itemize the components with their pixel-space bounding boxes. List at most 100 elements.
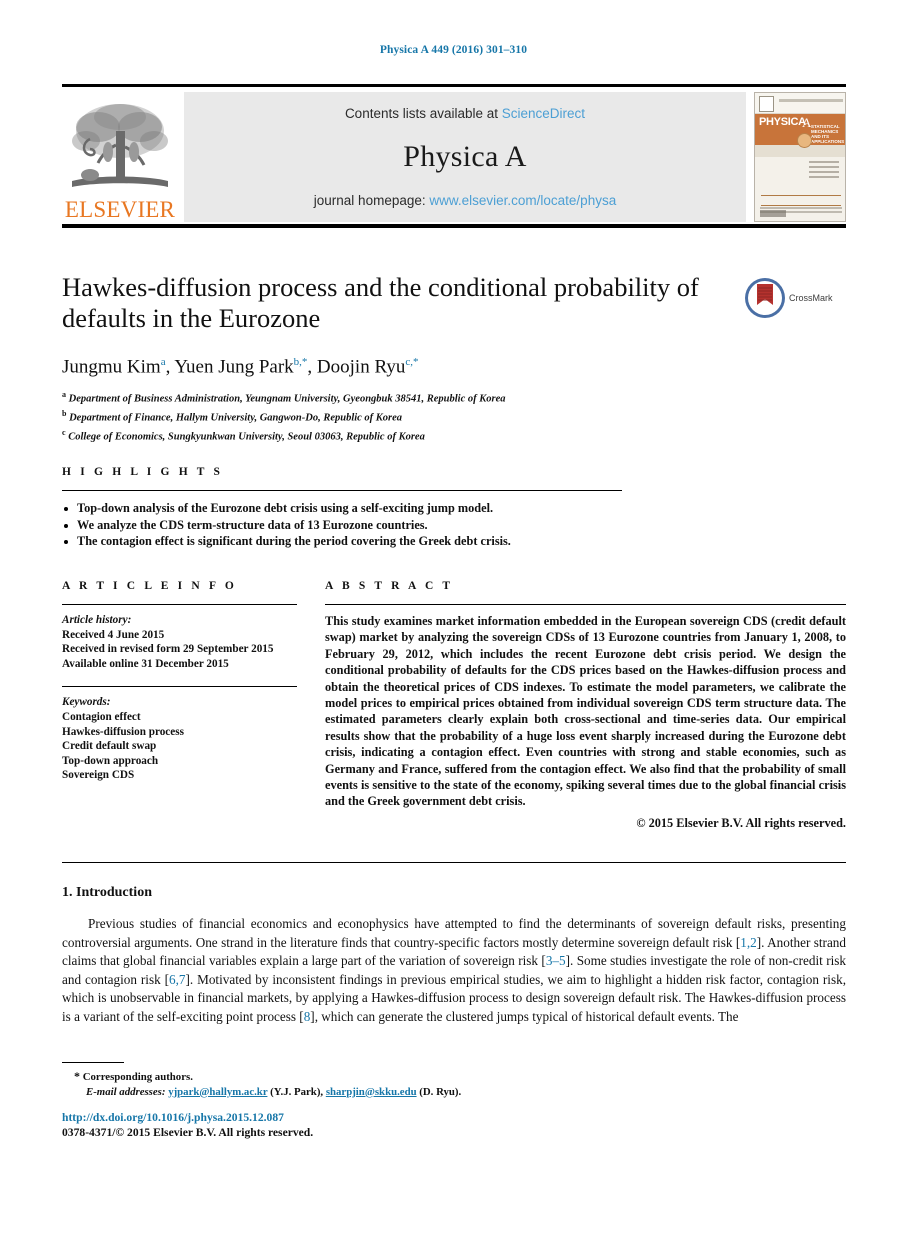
- author-affil-mark-1[interactable]: a: [161, 356, 166, 368]
- introduction-paragraph: Previous studies of financial economics …: [62, 915, 846, 1027]
- cover-editor-lines: [809, 161, 839, 181]
- footnote-rule: [62, 1062, 124, 1063]
- article-info-gap: [62, 671, 297, 684]
- cover-emblem-icon: [797, 133, 812, 148]
- highlights-heading: H I G H L I G H T S: [62, 466, 224, 478]
- highlights-list: Top-down analysis of the Eurozone debt c…: [62, 500, 846, 550]
- abstract-section: A B S T R A C T This study examines mark…: [325, 580, 846, 831]
- elsevier-logo: ELSEVIER: [62, 92, 178, 222]
- article-history-label: Article history:: [62, 614, 132, 626]
- doi-link[interactable]: http://dx.doi.org/10.1016/j.physa.2015.1…: [62, 1110, 622, 1125]
- email-addresses-note: E-mail addresses: yjpark@hallym.ac.kr (Y…: [62, 1085, 622, 1100]
- title-block: Hawkes-diffusion process and the conditi…: [62, 272, 722, 445]
- corresponding-author-note: * Corresponding authors.: [62, 1069, 622, 1085]
- article-history-online: Available online 31 December 2015: [62, 657, 229, 670]
- cover-divider-1: [761, 195, 841, 196]
- affiliation-list: a Department of Business Administration,…: [62, 388, 722, 445]
- affiliation-text-a: Department of Business Administration, Y…: [68, 393, 506, 405]
- journal-homepage-line: journal homepage: www.elsevier.com/locat…: [314, 193, 616, 208]
- affiliation-a: a Department of Business Administration,…: [62, 388, 722, 407]
- contents-available-line: Contents lists available at ScienceDirec…: [345, 106, 585, 121]
- masthead-bottom-rule: [62, 224, 846, 228]
- article-info-section: A R T I C L E I N F O Article history: R…: [62, 580, 297, 783]
- journal-masthead: ELSEVIER Contents lists available at Sci…: [62, 84, 846, 222]
- footnote-block: * Corresponding authors. E-mail addresse…: [62, 1062, 622, 1099]
- cover-footer-logo: [760, 210, 786, 217]
- intro-text-e: ], which can generate the clustered jump…: [310, 1008, 739, 1024]
- article-info-heading: A R T I C L E I N F O: [62, 580, 237, 592]
- elsevier-wordmark: ELSEVIER: [64, 197, 176, 222]
- intro-text-a: Previous studies of financial economics …: [62, 916, 846, 950]
- article-history-received: Received 4 June 2015: [62, 628, 165, 641]
- crossmark-badge[interactable]: CrossMark: [744, 275, 844, 321]
- list-item: Top-down analysis of the Eurozone debt c…: [62, 500, 846, 517]
- corresponding-mark-2[interactable]: ,*: [299, 356, 307, 368]
- issn-copyright-line: 0378-4371/© 2015 Elsevier B.V. All right…: [62, 1126, 314, 1139]
- article-history-block: Article history: Received 4 June 2015 Re…: [62, 613, 297, 671]
- cover-header-text: [779, 99, 843, 102]
- corresponding-author-text: Corresponding authors.: [82, 1071, 193, 1083]
- crossmark-label: CrossMark: [789, 293, 833, 303]
- citation-ref-3-5[interactable]: 3–5: [546, 953, 566, 968]
- abstract-copyright: © 2015 Elsevier B.V. All rights reserved…: [636, 815, 846, 830]
- email-link-1[interactable]: yjpark@hallym.ac.kr: [168, 1086, 267, 1098]
- running-head: Physica A 449 (2016) 301–310: [379, 44, 528, 56]
- journal-homepage-link[interactable]: www.elsevier.com/locate/physa: [429, 193, 616, 208]
- email-link-2[interactable]: sharpjin@skku.edu: [326, 1086, 417, 1098]
- affiliation-b: b Department of Finance, Hallym Universi…: [62, 407, 722, 426]
- cover-publisher-mark: [759, 96, 774, 112]
- list-item: The contagion effect is significant duri…: [62, 533, 846, 550]
- journal-article-first-page: Physica A 449 (2016) 301–310 ELSEVIER Co…: [0, 0, 907, 1238]
- homepage-prefix: journal homepage:: [313, 193, 430, 208]
- cover-journal-name: PHYSICA: [759, 116, 806, 128]
- list-item: We analyze the CDS term-structure data o…: [62, 517, 846, 534]
- introduction-section: 1. Introduction Previous studies of fina…: [62, 885, 846, 1027]
- abstract-heading: A B S T R A C T: [325, 580, 454, 592]
- masthead-top-rule: [62, 84, 846, 87]
- affiliation-mark-b: b: [62, 409, 67, 419]
- email-owner-1: (Y.J. Park),: [270, 1085, 324, 1098]
- corresponding-mark-3[interactable]: ,*: [410, 356, 418, 368]
- author-list: Jungmu Kima, Yuen Jung Parkb,*, Doojin R…: [62, 356, 419, 378]
- elsevier-tree-icon: [68, 97, 172, 197]
- affiliation-mark-c: c: [62, 428, 66, 438]
- email-label: E-mail addresses:: [86, 1085, 166, 1098]
- contents-prefix: Contents lists available at: [344, 106, 502, 121]
- keyword-item: Credit default swap: [62, 740, 157, 753]
- affiliation-text-b: Department of Finance, Hallym University…: [69, 412, 403, 424]
- journal-title: Physica A: [403, 140, 527, 173]
- keywords-label: Keywords:: [62, 696, 111, 709]
- keyword-item: Sovereign CDS: [62, 769, 135, 782]
- sciencedirect-link[interactable]: ScienceDirect: [502, 106, 585, 121]
- email-owner-2: (D. Ryu).: [419, 1085, 462, 1098]
- author-name-2: Yuen Jung Park: [174, 356, 294, 378]
- keywords-rule: [62, 686, 297, 688]
- footer-block: http://dx.doi.org/10.1016/j.physa.2015.1…: [62, 1110, 622, 1140]
- introduction-heading: 1. Introduction: [62, 885, 152, 900]
- keyword-item: Top-down approach: [62, 754, 159, 767]
- citation-ref-1-2[interactable]: 1,2: [740, 935, 756, 950]
- section-separator-rule: [62, 862, 846, 863]
- affiliation-mark-a: a: [62, 390, 66, 400]
- highlights-rule: [62, 490, 622, 491]
- highlights-section: H I G H L I G H T S Top-down analysis of…: [62, 466, 846, 550]
- footnote-star-mark: *: [74, 1069, 80, 1083]
- keywords-block: Keywords: Contagion effect Hawkes-diffus…: [62, 695, 297, 783]
- crossmark-icon: [745, 278, 785, 318]
- cover-journal-subtitle: STATISTICAL MECHANICS AND ITS APPLICATIO…: [811, 124, 845, 144]
- journal-cover-thumbnail[interactable]: PHYSICA A STATISTICAL MECHANICS AND ITS …: [754, 92, 846, 222]
- abstract-rule: [325, 604, 846, 605]
- page-title: Hawkes-diffusion process and the conditi…: [62, 272, 699, 333]
- cover-divider-2: [761, 205, 841, 206]
- article-history-revised: Received in revised form 29 September 20…: [62, 643, 274, 656]
- affiliation-text-c: College of Economics, Sungkyunkwan Unive…: [68, 431, 425, 443]
- keyword-item: Hawkes-diffusion process: [62, 725, 184, 738]
- cover-journal-letter: A: [802, 115, 812, 130]
- masthead-center: Contents lists available at ScienceDirec…: [184, 92, 746, 222]
- affiliation-c: c College of Economics, Sungkyunkwan Uni…: [62, 426, 722, 445]
- author-name-3: Doojin Ryu: [316, 356, 406, 378]
- author-name-1: Jungmu Kim: [62, 356, 161, 378]
- abstract-text: This study examines market information e…: [325, 614, 846, 809]
- article-info-rule: [62, 604, 297, 605]
- citation-ref-6-7[interactable]: 6,7: [169, 972, 185, 987]
